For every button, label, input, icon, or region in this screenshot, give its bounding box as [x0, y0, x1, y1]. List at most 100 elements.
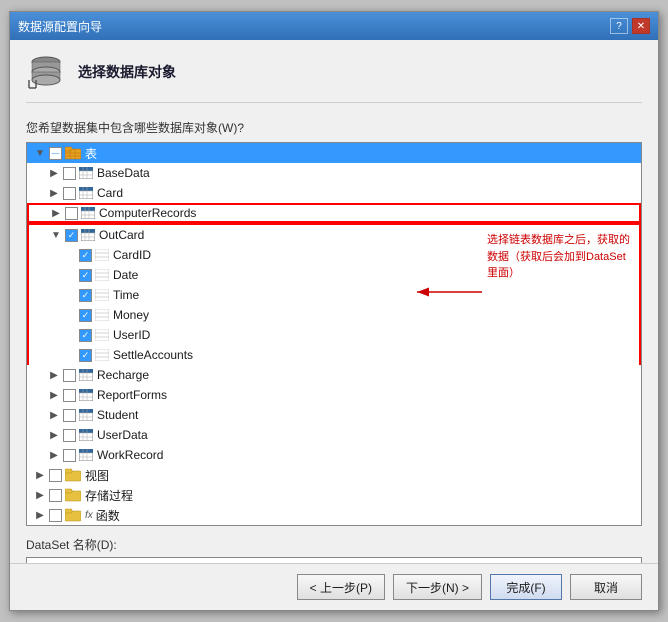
- checkbox-userdata[interactable]: [63, 429, 76, 442]
- workrecord-table-icon: [79, 449, 93, 461]
- userdata-label: UserData: [97, 428, 148, 442]
- help-button[interactable]: ?: [610, 18, 628, 34]
- header-section: 选择数据库对象: [26, 52, 642, 103]
- tree-item-userid[interactable]: UserID: [29, 325, 639, 345]
- expand-userdata-icon[interactable]: ▶: [47, 428, 61, 442]
- userdata-table-icon: [79, 429, 93, 441]
- student-table-icon: [79, 409, 93, 421]
- reportforms-table-icon: [79, 389, 93, 401]
- tables-label: 表: [85, 145, 97, 162]
- date-field-icon: [95, 269, 109, 281]
- checkbox-computerrecords[interactable]: [65, 207, 78, 220]
- expand-computerrecords-icon[interactable]: ▶: [49, 206, 63, 220]
- basedata-label: BaseData: [97, 166, 150, 180]
- main-dialog: 数据源配置向导 ? ✕: [9, 11, 659, 611]
- expand-card-icon[interactable]: ▶: [47, 186, 61, 200]
- storedproc-label: 存储过程: [85, 487, 133, 504]
- title-bar-left: 数据源配置向导: [18, 18, 102, 35]
- title-bar-title: 数据源配置向导: [18, 18, 102, 35]
- checkbox-outcard[interactable]: [65, 229, 78, 242]
- close-button[interactable]: ✕: [632, 18, 650, 34]
- card-label: Card: [97, 186, 123, 200]
- tree-item-reportforms[interactable]: ▶ ReportForms: [27, 385, 641, 405]
- tree-item-basedata[interactable]: ▶ BaseData: [27, 163, 641, 183]
- computerrecords-table-icon: [81, 207, 95, 219]
- checkbox-view[interactable]: [49, 469, 62, 482]
- func-fx-icon: fx: [85, 510, 93, 521]
- tree-item-card[interactable]: ▶ Card: [27, 183, 641, 203]
- view-folder-icon: [65, 468, 81, 482]
- checkbox-recharge[interactable]: [63, 369, 76, 382]
- money-field-icon: [95, 309, 109, 321]
- expand-storedproc-icon[interactable]: ▶: [33, 488, 47, 502]
- outcard-group-border-top: ▼ OutCard: [27, 223, 641, 365]
- button-bar: < 上一步(P) 下一步(N) > 完成(F) 取消: [10, 563, 658, 610]
- checkbox-tables[interactable]: [49, 147, 62, 160]
- tree-item-student[interactable]: ▶ Student: [27, 405, 641, 425]
- tree-item-func-category[interactable]: ▶ fx 函数: [27, 505, 641, 525]
- tree-item-date[interactable]: Date: [29, 265, 639, 285]
- question-label: 您希望数据集中包含哪些数据库对象(W)?: [26, 119, 642, 136]
- cardid-label: CardID: [113, 248, 151, 262]
- checkbox-card[interactable]: [63, 187, 76, 200]
- prev-button[interactable]: < 上一步(P): [297, 574, 385, 600]
- expand-workrecord-icon[interactable]: ▶: [47, 448, 61, 462]
- database-icon: [26, 52, 66, 92]
- expand-outcard-icon[interactable]: ▼: [49, 228, 63, 242]
- checkbox-cardid[interactable]: [79, 249, 92, 262]
- tree-item-workrecord[interactable]: ▶ WorkRecord: [27, 445, 641, 465]
- title-bar: 数据源配置向导 ? ✕: [10, 12, 658, 40]
- expand-view-icon[interactable]: ▶: [33, 468, 47, 482]
- date-label: Date: [113, 268, 138, 282]
- tree-item-money[interactable]: Money: [29, 305, 639, 325]
- expand-tables-icon[interactable]: ▼: [33, 146, 47, 160]
- tree-root-tables[interactable]: ▼ 表: [27, 143, 641, 163]
- tree-item-storedproc-category[interactable]: ▶ 存储过程: [27, 485, 641, 505]
- expand-student-icon[interactable]: ▶: [47, 408, 61, 422]
- time-label: Time: [113, 288, 139, 302]
- workrecord-label: WorkRecord: [97, 448, 163, 462]
- checkbox-time[interactable]: [79, 289, 92, 302]
- tree-item-cardid[interactable]: CardID: [29, 245, 639, 265]
- func-folder-icon: [65, 508, 81, 522]
- dataset-section: DataSet 名称(D):: [26, 536, 642, 563]
- storedproc-folder-icon: [65, 488, 81, 502]
- outcard-label: OutCard: [99, 228, 144, 242]
- tree-item-view-category[interactable]: ▶ 视图: [27, 465, 641, 485]
- tree-item-settleaccounts[interactable]: SettleAccounts: [29, 345, 639, 365]
- checkbox-func[interactable]: [49, 509, 62, 522]
- tree-item-userdata[interactable]: ▶ UserData: [27, 425, 641, 445]
- checkbox-basedata[interactable]: [63, 167, 76, 180]
- finish-button[interactable]: 完成(F): [490, 574, 562, 600]
- time-field-icon: [95, 289, 109, 301]
- tree-item-recharge[interactable]: ▶ Recharge: [27, 365, 641, 385]
- tree-item-computerrecords[interactable]: ▶ ComputerRecords: [27, 203, 641, 223]
- checkbox-storedproc[interactable]: [49, 489, 62, 502]
- tree-item-outcard[interactable]: ▼ OutCard: [29, 225, 639, 245]
- checkbox-settleaccounts[interactable]: [79, 349, 92, 362]
- checkbox-student[interactable]: [63, 409, 76, 422]
- recharge-table-icon: [79, 369, 93, 381]
- expand-func-icon[interactable]: ▶: [33, 508, 47, 522]
- dialog-content: 选择数据库对象 您希望数据集中包含哪些数据库对象(W)? ▼: [10, 40, 658, 563]
- func-label: 函数: [96, 507, 120, 524]
- cancel-button[interactable]: 取消: [570, 574, 642, 600]
- expand-recharge-icon[interactable]: ▶: [47, 368, 61, 382]
- tree-container[interactable]: ▼ 表 ▶: [26, 142, 642, 526]
- checkbox-workrecord[interactable]: [63, 449, 76, 462]
- tree-item-time[interactable]: Time: [29, 285, 639, 305]
- settleaccounts-field-icon: [95, 349, 109, 361]
- expand-reportforms-icon[interactable]: ▶: [47, 388, 61, 402]
- reportforms-label: ReportForms: [97, 388, 167, 402]
- expand-basedata-icon[interactable]: ▶: [47, 166, 61, 180]
- checkbox-date[interactable]: [79, 269, 92, 282]
- title-bar-buttons: ? ✕: [610, 18, 650, 34]
- next-button[interactable]: 下一步(N) >: [393, 574, 482, 600]
- checkbox-money[interactable]: [79, 309, 92, 322]
- tables-folder-icon: [65, 146, 81, 160]
- checkbox-userid[interactable]: [79, 329, 92, 342]
- dataset-label: DataSet 名称(D):: [26, 536, 642, 553]
- computerrecords-label: ComputerRecords: [99, 206, 196, 220]
- outcard-table-icon: [81, 229, 95, 241]
- checkbox-reportforms[interactable]: [63, 389, 76, 402]
